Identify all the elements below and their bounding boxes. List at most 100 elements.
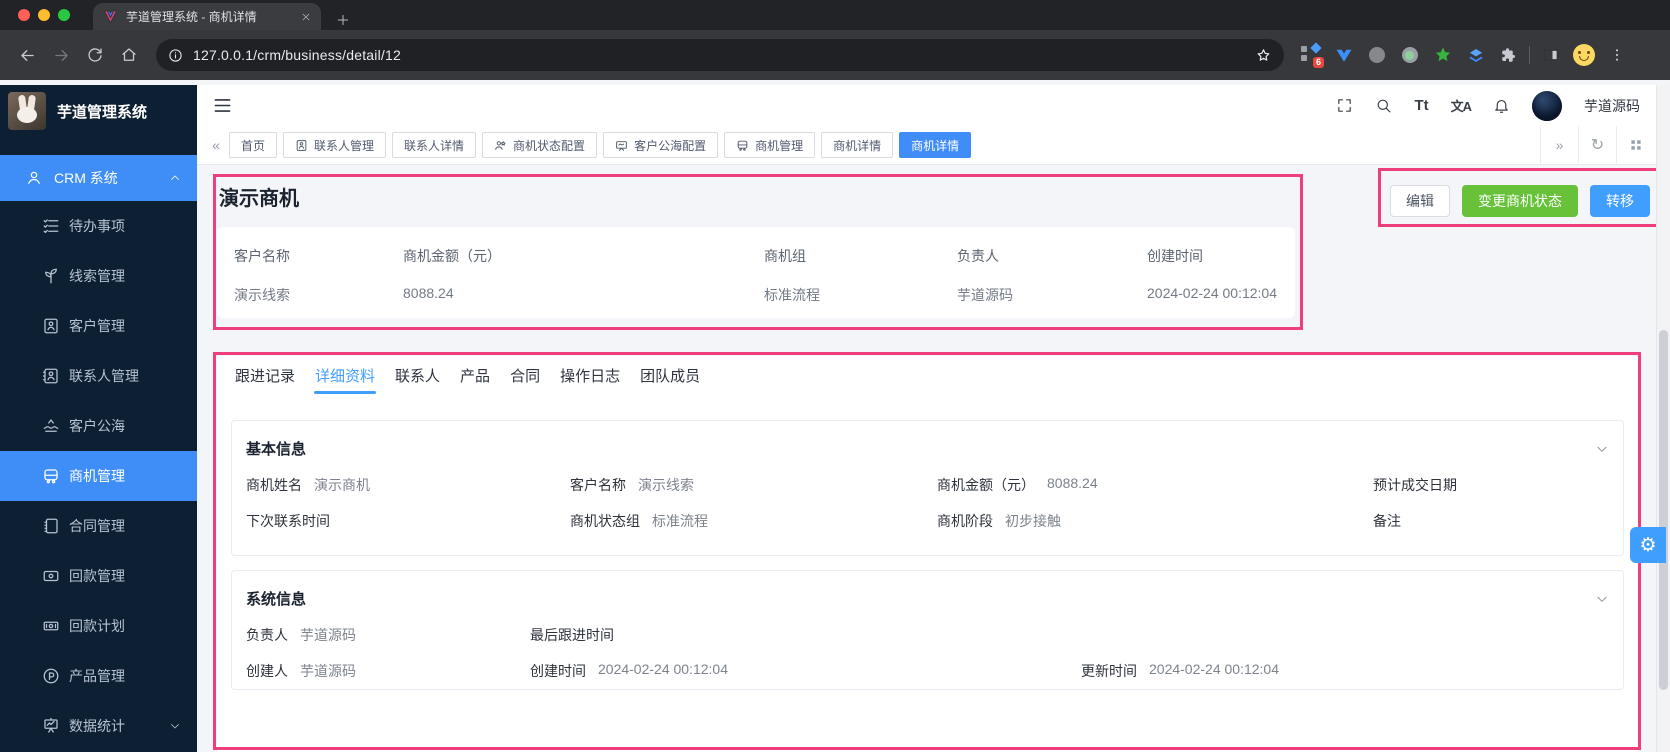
- field: 下次联系时间: [246, 513, 330, 529]
- field: 更新时间 2024-02-24 00:12:04: [1081, 661, 1279, 679]
- sidebar-item-stats[interactable]: 数据统计: [0, 701, 197, 751]
- nav-tab-status-config[interactable]: 商机状态配置: [482, 132, 598, 158]
- sidebar-item-contacts[interactable]: 联系人管理: [0, 351, 197, 401]
- page-scrollbar[interactable]: [1656, 85, 1670, 752]
- field: 最后跟进时间: [530, 627, 614, 643]
- nav-tab-contact-detail[interactable]: 联系人详情: [392, 132, 477, 158]
- scrollbar-thumb[interactable]: [1659, 330, 1668, 690]
- sidebar-item-sea[interactable]: 客户公海: [0, 401, 197, 451]
- sidebar-group-crm[interactable]: CRM 系统: [0, 155, 197, 201]
- system-info-title: 系统信息: [246, 591, 307, 608]
- site-info-icon[interactable]: [168, 48, 183, 63]
- tabs-scroll-right-icon[interactable]: [1540, 126, 1578, 164]
- gray-circle-extension-icon[interactable]: [1360, 38, 1393, 72]
- tab-contracts[interactable]: 合同: [500, 356, 550, 394]
- new-tab-button[interactable]: [336, 13, 350, 27]
- detail-tabbar: 跟进记录 详细资料 联系人 产品 合同 操作日志 团队成员: [217, 356, 1638, 394]
- sidebar-item-todo[interactable]: 待办事项: [0, 201, 197, 251]
- nav-tab-business-detail-active[interactable]: 商机详情: [899, 132, 972, 158]
- side-panel-icon[interactable]: [1534, 38, 1567, 72]
- sidebar-item-label: 产品管理: [69, 668, 125, 684]
- field: 商机金额（元） 8088.24: [937, 475, 1098, 493]
- browser-tab-title: 芋道管理系统 - 商机详情: [126, 10, 257, 24]
- clue-icon: [42, 267, 60, 285]
- bus-icon: [736, 139, 749, 152]
- tab-follow-records[interactable]: 跟进记录: [225, 356, 305, 394]
- nav-tab-business-manage[interactable]: 商机管理: [724, 132, 816, 158]
- font-size-icon[interactable]: [1414, 97, 1428, 115]
- tabs-refresh-icon[interactable]: [1578, 126, 1616, 164]
- field: 创建时间 2024-02-24 00:12:04: [530, 661, 728, 679]
- system-info-card: 系统信息 负责人 芋道源码 最后跟进时间 创建人 芋道源码 创建时间 2024-02-…: [231, 570, 1624, 690]
- window-controls[interactable]: [18, 9, 70, 21]
- transfer-button[interactable]: 转移: [1590, 185, 1650, 217]
- translate-icon[interactable]: [1451, 96, 1471, 116]
- browser-tab-strip: 芋道管理系统 - 商机详情: [0, 0, 1670, 30]
- user-avatar[interactable]: [1532, 90, 1562, 121]
- contacts-icon: [42, 367, 60, 385]
- sidebar-item-business[interactable]: 商机管理: [0, 451, 197, 501]
- payment-icon: [42, 567, 60, 585]
- close-window-button[interactable]: [18, 9, 30, 21]
- browser-menu-kebab-icon[interactable]: [1600, 38, 1633, 72]
- field: 商机姓名 演示商机: [246, 477, 370, 493]
- summary-field: 负责人 芋道源码: [957, 248, 1013, 303]
- change-status-button[interactable]: 变更商机状态: [1462, 185, 1578, 217]
- maximize-window-button[interactable]: [58, 9, 70, 21]
- collapse-chevron-down-icon[interactable]: [1595, 592, 1609, 606]
- tabs-scroll-left-icon[interactable]: [203, 137, 229, 153]
- summary-card: 客户名称 演示线索 商机金额（元） 8088.24 商机组 标准流程 负责人 芋…: [217, 227, 1295, 318]
- vue-extension-icon[interactable]: [1327, 38, 1360, 72]
- home-icon[interactable]: [112, 38, 146, 72]
- edit-button[interactable]: 编辑: [1390, 185, 1450, 217]
- username[interactable]: 芋道源码: [1584, 96, 1640, 116]
- bookmark-star-icon[interactable]: [1255, 47, 1272, 64]
- forward-icon[interactable]: [44, 38, 78, 72]
- field: 负责人 芋道源码: [246, 627, 356, 643]
- sidebar-item-label: 客户公海: [69, 418, 125, 434]
- sidebar-item-label: 线索管理: [69, 268, 125, 284]
- extensions-puzzle-icon[interactable]: [1492, 38, 1525, 72]
- bell-icon[interactable]: [1493, 97, 1510, 114]
- sidebar: 芋道管理系统 CRM 系统 待办事项 线索管理 客户管理 联系人管理 客户公海 …: [0, 85, 197, 752]
- url-text[interactable]: 127.0.0.1/crm/business/detail/12: [193, 47, 1245, 63]
- address-bar[interactable]: 127.0.0.1/crm/business/detail/12: [156, 39, 1284, 71]
- browser-tab[interactable]: 芋道管理系统 - 商机详情: [93, 3, 321, 30]
- nav-tab-business-detail[interactable]: 商机详情: [821, 132, 894, 158]
- nav-tab-sea-config[interactable]: 客户公海配置: [603, 132, 719, 158]
- search-icon[interactable]: [1375, 97, 1392, 114]
- sidebar-item-plan[interactable]: 回款计划: [0, 601, 197, 651]
- collapse-chevron-down-icon[interactable]: [1595, 442, 1609, 456]
- field: 商机状态组 标准流程: [570, 513, 708, 529]
- back-icon[interactable]: [10, 38, 44, 72]
- tab-products[interactable]: 产品: [450, 356, 500, 394]
- sidebar-item-clue[interactable]: 线索管理: [0, 251, 197, 301]
- fullscreen-icon[interactable]: [1336, 97, 1353, 114]
- tab-detail-info[interactable]: 详细资料: [305, 356, 385, 394]
- recorder-extension-icon[interactable]: [1393, 38, 1426, 72]
- extension-area: 6: [1294, 38, 1633, 72]
- sidebar-item-payment[interactable]: 回款管理: [0, 551, 197, 601]
- sidebar-item-product[interactable]: 产品管理: [0, 651, 197, 701]
- tab-contacts[interactable]: 联系人: [385, 356, 450, 394]
- reload-icon[interactable]: [78, 38, 112, 72]
- minimize-window-button[interactable]: [38, 9, 50, 21]
- product-icon: [42, 667, 60, 685]
- tab-team-members[interactable]: 团队成员: [630, 356, 710, 394]
- extension-devtools-icon[interactable]: 6: [1294, 38, 1327, 72]
- user-icon: [25, 169, 43, 187]
- tabs-grid-icon[interactable]: [1616, 126, 1654, 164]
- sidebar-item-label: 合同管理: [69, 518, 125, 534]
- tab-close-icon[interactable]: [301, 12, 311, 22]
- layers-extension-icon[interactable]: [1459, 38, 1492, 72]
- sidebar-item-customer[interactable]: 客户管理: [0, 301, 197, 351]
- theme-settings-gear-button[interactable]: [1630, 527, 1666, 563]
- tab-operation-log[interactable]: 操作日志: [550, 356, 630, 394]
- nav-tab-contacts-manage[interactable]: 联系人管理: [283, 132, 387, 158]
- nav-tab-home[interactable]: 首页: [229, 132, 278, 158]
- profile-avatar-icon[interactable]: [1567, 38, 1600, 72]
- hamburger-menu-icon[interactable]: [213, 96, 232, 115]
- detail-tabs-card: 跟进记录 详细资料 联系人 产品 合同 操作日志 团队成员 基本信息 商机姓名演…: [217, 356, 1638, 752]
- sidebar-item-contract[interactable]: 合同管理: [0, 501, 197, 551]
- pinia-extension-icon[interactable]: [1426, 38, 1459, 72]
